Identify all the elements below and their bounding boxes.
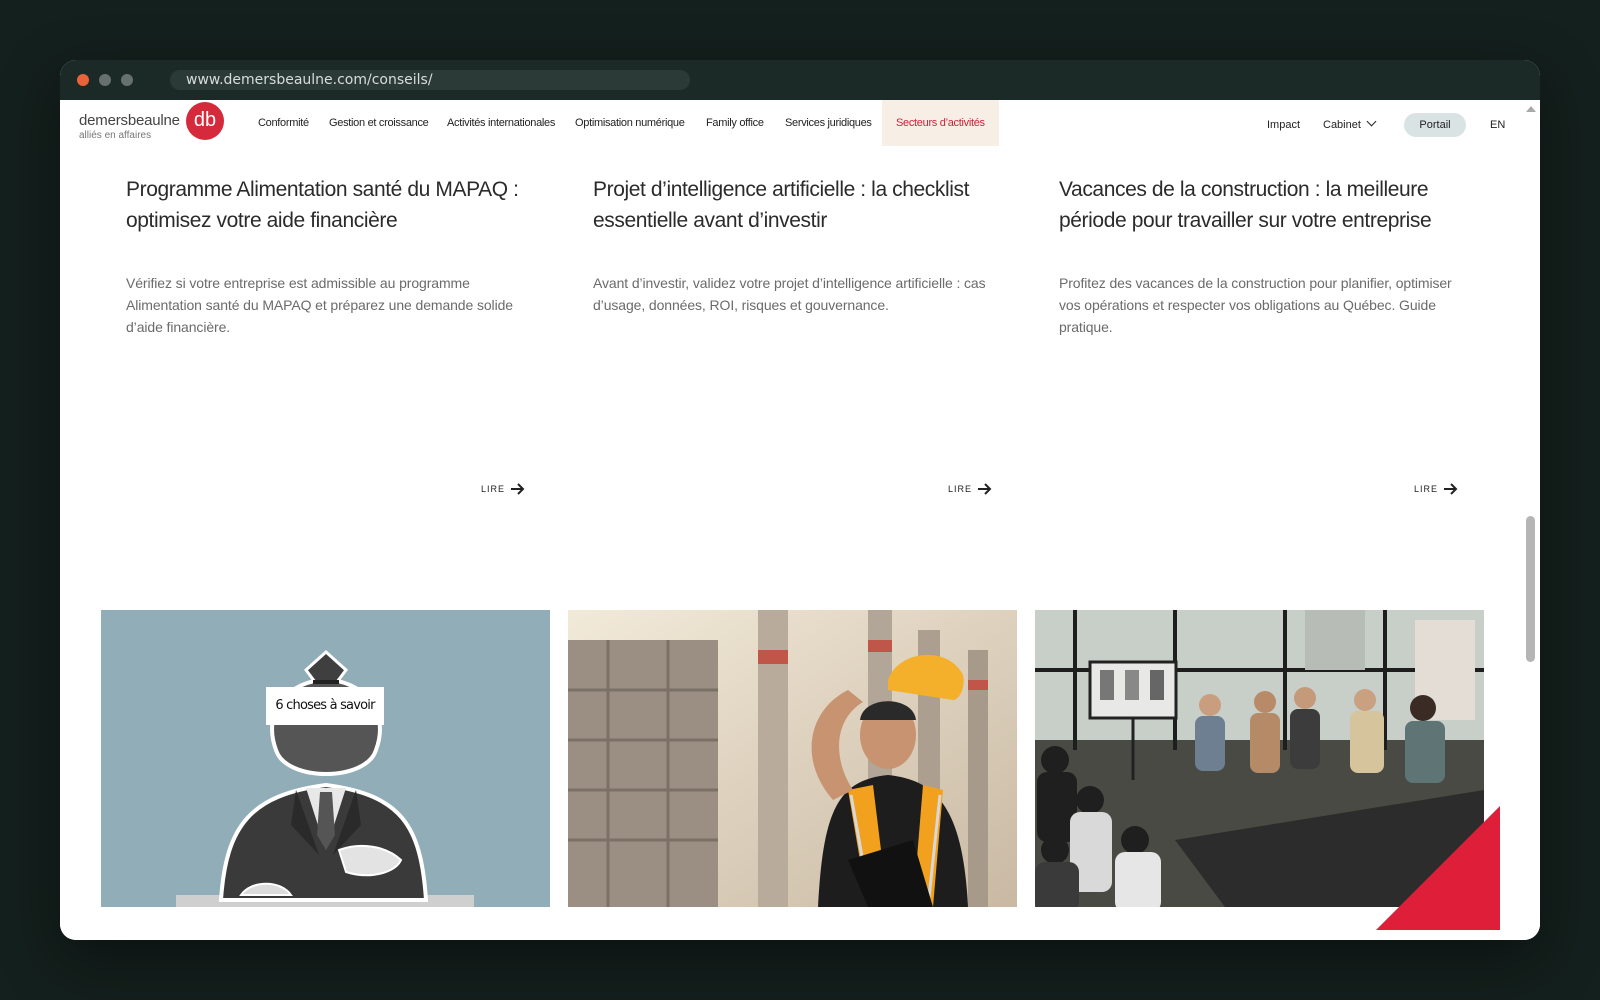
arrow-right-icon [511,483,525,495]
browser-window: www.demersbeaulne.com/conseils/ demersbe… [60,60,1540,940]
construction-worker-photo [568,610,1017,907]
minimize-window-dot[interactable] [99,74,111,86]
nav-item-numerique[interactable]: Optimisation numérique [575,100,685,146]
arrow-right-icon [978,483,992,495]
nav-cabinet-label: Cabinet [1323,119,1361,131]
read-more-link[interactable]: LIRE [948,477,992,501]
read-more-link[interactable]: LIRE [481,477,525,501]
nav-item-juridiques[interactable]: Services juridiques [785,100,872,146]
logo-mark: db [186,102,224,140]
page-scrollbar[interactable] [1520,100,1540,940]
maximize-window-dot[interactable] [121,74,133,86]
arrow-right-icon [1444,483,1458,495]
read-more-label: LIRE [481,484,506,494]
language-toggle[interactable]: EN [1490,100,1505,146]
image-caption: 6 choses à savoir [275,698,375,713]
nav-item-international[interactable]: Activités internationales [447,100,555,146]
web-page: demersbeaulne alliés en affaires db Conf… [60,100,1540,940]
chevron-down-icon [1366,116,1377,127]
read-more-link[interactable]: LIRE [1414,477,1458,501]
browser-titlebar: www.demersbeaulne.com/conseils/ [60,60,1540,100]
logo-wordmark: demersbeaulne [79,112,180,129]
nav-item-conformite[interactable]: Conformité [258,100,309,146]
nav-item-gestion[interactable]: Gestion et croissance [329,100,429,146]
article-description: Avant d’investir, validez votre projet d… [593,275,986,313]
address-bar[interactable]: www.demersbeaulne.com/conseils/ [170,70,690,90]
nav-impact[interactable]: Impact [1267,100,1300,146]
nav-item-secteurs[interactable]: Secteurs d’activités [882,100,999,146]
article-description: Vérifiez si votre entreprise est admissi… [126,275,513,335]
article-title[interactable]: Projet d’intelligence artificielle : la … [593,174,993,236]
logo-tagline: alliés en affaires [79,130,152,141]
article-title[interactable]: Vacances de la construction : la meilleu… [1059,174,1469,236]
site-header: demersbeaulne alliés en affaires db Conf… [60,100,1520,146]
article-description: Profitez des vacances de la construction… [1059,275,1452,335]
decorative-corner-shape [1376,806,1500,930]
money-bag-illustration [176,649,474,907]
scroll-up-arrow-icon[interactable] [1526,106,1536,112]
nav-cabinet-dropdown[interactable]: Cabinet [1323,100,1377,146]
article-title[interactable]: Programme Alimentation santé du MAPAQ : … [126,174,526,236]
nav-item-family-office[interactable]: Family office [706,100,764,146]
article-image-money-bag[interactable]: 6 choses à savoir [101,610,550,907]
article-image-construction-worker[interactable] [568,610,1017,907]
portal-button[interactable]: Portail [1404,113,1466,137]
close-window-dot[interactable] [77,74,89,86]
read-more-label: LIRE [948,484,973,494]
scrollbar-thumb[interactable] [1526,516,1535,662]
read-more-label: LIRE [1414,484,1439,494]
